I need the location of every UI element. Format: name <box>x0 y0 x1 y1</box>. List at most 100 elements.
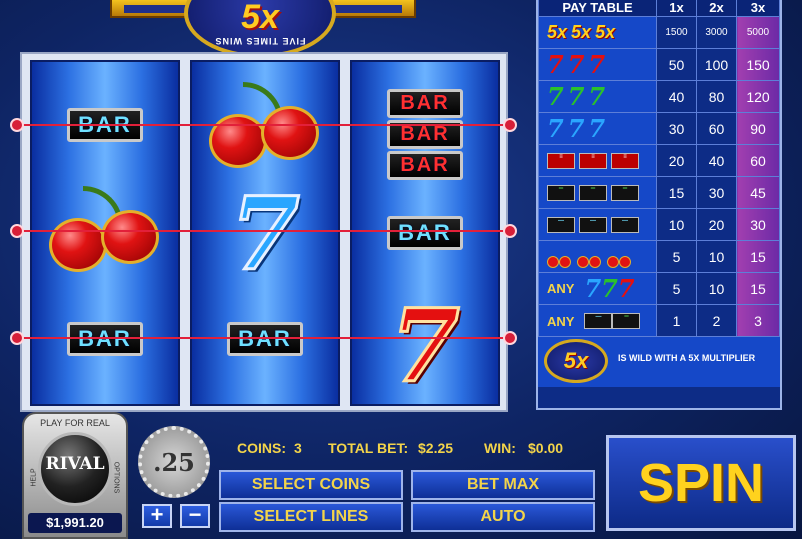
pay-cell: 10 <box>656 208 697 241</box>
pay-cell: 5 <box>656 240 697 273</box>
reels-frame: BAR BAR 7 BAR BAR BAR BAR BAR 7 <box>20 52 508 412</box>
wild-symbol: 5x <box>544 339 608 383</box>
play-for-real-link[interactable]: PLAY FOR REAL <box>24 418 126 428</box>
reel-1-symbol-bottom: BAR <box>32 322 178 356</box>
table-row: 777 30 60 90 <box>538 112 780 145</box>
payline-1 <box>16 124 512 126</box>
pay-cell: 10 <box>696 272 737 305</box>
cherry-right <box>101 210 159 264</box>
pay-cell: 30 <box>656 112 697 145</box>
options-link[interactable]: OPTIONS <box>113 462 120 494</box>
win-value: $0.00 <box>528 440 564 456</box>
reel-1: BAR BAR <box>30 60 180 406</box>
logo-ring-text: FIVE TIMES WINS <box>214 36 306 46</box>
reel-3-symbol-middle: BAR <box>352 216 498 250</box>
coins-label: COINS: <box>237 440 286 456</box>
help-link[interactable]: HELP <box>31 468 38 486</box>
reel-2-symbol-bottom: BAR <box>192 322 338 356</box>
cherry-right <box>261 106 319 160</box>
pay-table-title: PAY TABLE <box>538 0 657 17</box>
coins-value: 3 <box>294 440 302 456</box>
symbol-red-seven: 777 <box>538 48 657 81</box>
pay-cell: 40 <box>696 144 737 177</box>
payline-2-left-marker[interactable] <box>10 224 24 238</box>
payline-3-left-marker[interactable] <box>10 331 24 345</box>
table-row: ANY 777 5 10 15 <box>538 272 780 305</box>
coin-value-chip[interactable]: .25 <box>138 426 210 498</box>
table-row: ≡ ≡ ≡ 20 40 60 <box>538 144 780 177</box>
table-row: 777 40 80 120 <box>538 80 780 113</box>
table-row: — — — 10 20 30 <box>538 208 780 241</box>
cashier-panel[interactable]: PLAY FOR REAL RIVAL HELP OPTIONS $1,991.… <box>22 412 128 539</box>
pay-table-header: PAY TABLE 1x 2x 3x <box>538 0 780 17</box>
cherry-left <box>209 114 267 168</box>
pay-cell: 3000 <box>696 16 737 49</box>
total-bet-value: $2.25 <box>418 440 454 456</box>
decrease-coin-button[interactable]: − <box>180 504 210 528</box>
pay-table: PAY TABLE 1x 2x 3x 5x 5x 5x 1500 3000 5000… <box>536 0 782 410</box>
payline-3 <box>16 337 512 339</box>
pay-cell: 50 <box>656 48 697 81</box>
symbol-any-seven: ANY 777 <box>538 272 657 305</box>
reel-2-symbol-middle: 7 <box>192 175 338 293</box>
total-bet-label: TOTAL BET: <box>328 440 409 456</box>
pay-cell: 40 <box>656 80 697 113</box>
reel-3-symbol-top: BAR BAR BAR <box>352 88 498 181</box>
pay-cell: 20 <box>696 208 737 241</box>
pay-cell: 120 <box>736 80 780 113</box>
table-row: 5 10 15 <box>538 240 780 273</box>
pay-cell: 90 <box>736 112 780 145</box>
spin-button[interactable]: SPIN <box>606 435 796 531</box>
pay-table-col-2x: 2x <box>696 0 737 17</box>
symbol-blue-seven: 777 <box>538 112 657 145</box>
blue-seven-symbol: 7 <box>229 175 302 293</box>
pay-cell: 20 <box>656 144 697 177</box>
symbol-green-seven: 777 <box>538 80 657 113</box>
pay-cell: 5 <box>656 272 697 305</box>
table-row: 5x 5x 5x 1500 3000 5000 <box>538 16 780 49</box>
reel-3: BAR BAR BAR BAR 7 <box>350 60 500 406</box>
bar-symbol: BAR <box>387 216 463 250</box>
pay-table-col-1x: 1x <box>656 0 697 17</box>
symbol-cherry <box>538 240 657 273</box>
reel-2-symbol-top <box>192 82 338 172</box>
pay-cell: 45 <box>736 176 780 209</box>
pay-cell: 1500 <box>656 16 697 49</box>
symbol-single-bar: — — — <box>538 208 657 241</box>
pay-cell: 3 <box>736 304 780 337</box>
reel-3-symbol-bottom: 7 <box>352 295 498 398</box>
payline-2-right-marker[interactable] <box>503 224 517 238</box>
table-row: ═ ═ ═ 15 30 45 <box>538 176 780 209</box>
pay-cell: 5000 <box>736 16 780 49</box>
select-coins-button[interactable]: SELECT COINS <box>219 470 403 500</box>
pay-cell: 15 <box>736 272 780 305</box>
pay-cell: 2 <box>696 304 737 337</box>
select-lines-button[interactable]: SELECT LINES <box>219 502 403 532</box>
payline-2 <box>16 230 512 232</box>
symbol-5x-5x-5x: 5x 5x 5x <box>538 16 657 49</box>
pay-cell: 150 <box>736 48 780 81</box>
bar-symbol: BAR <box>67 322 143 356</box>
payline-1-right-marker[interactable] <box>503 118 517 132</box>
pay-cell: 1 <box>656 304 697 337</box>
wild-description: IS WILD WITH A 5X MULTIPLIER <box>618 353 756 363</box>
cherry-left <box>49 218 107 272</box>
pay-cell: 15 <box>736 240 780 273</box>
auto-button[interactable]: AUTO <box>411 502 595 532</box>
pay-table-col-3x: 3x <box>736 0 780 17</box>
brand-logo: RIVAL <box>45 454 105 474</box>
bet-max-button[interactable]: BET MAX <box>411 470 595 500</box>
pay-cell: 60 <box>736 144 780 177</box>
symbol-double-bar: ═ ═ ═ <box>538 176 657 209</box>
payline-1-left-marker[interactable] <box>10 118 24 132</box>
pay-cell: 30 <box>696 176 737 209</box>
bar-symbol: BAR <box>227 322 303 356</box>
balance-display: $1,991.20 <box>28 513 122 533</box>
table-row: ANY — ═ 1 2 3 <box>538 304 780 337</box>
pay-cell: 80 <box>696 80 737 113</box>
wild-info: 5x IS WILD WITH A 5X MULTIPLIER <box>538 337 780 387</box>
any-label: ANY <box>547 281 575 296</box>
increase-coin-button[interactable]: + <box>142 504 172 528</box>
payline-3-right-marker[interactable] <box>503 331 517 345</box>
symbol-any-bar: ANY — ═ <box>538 304 657 337</box>
